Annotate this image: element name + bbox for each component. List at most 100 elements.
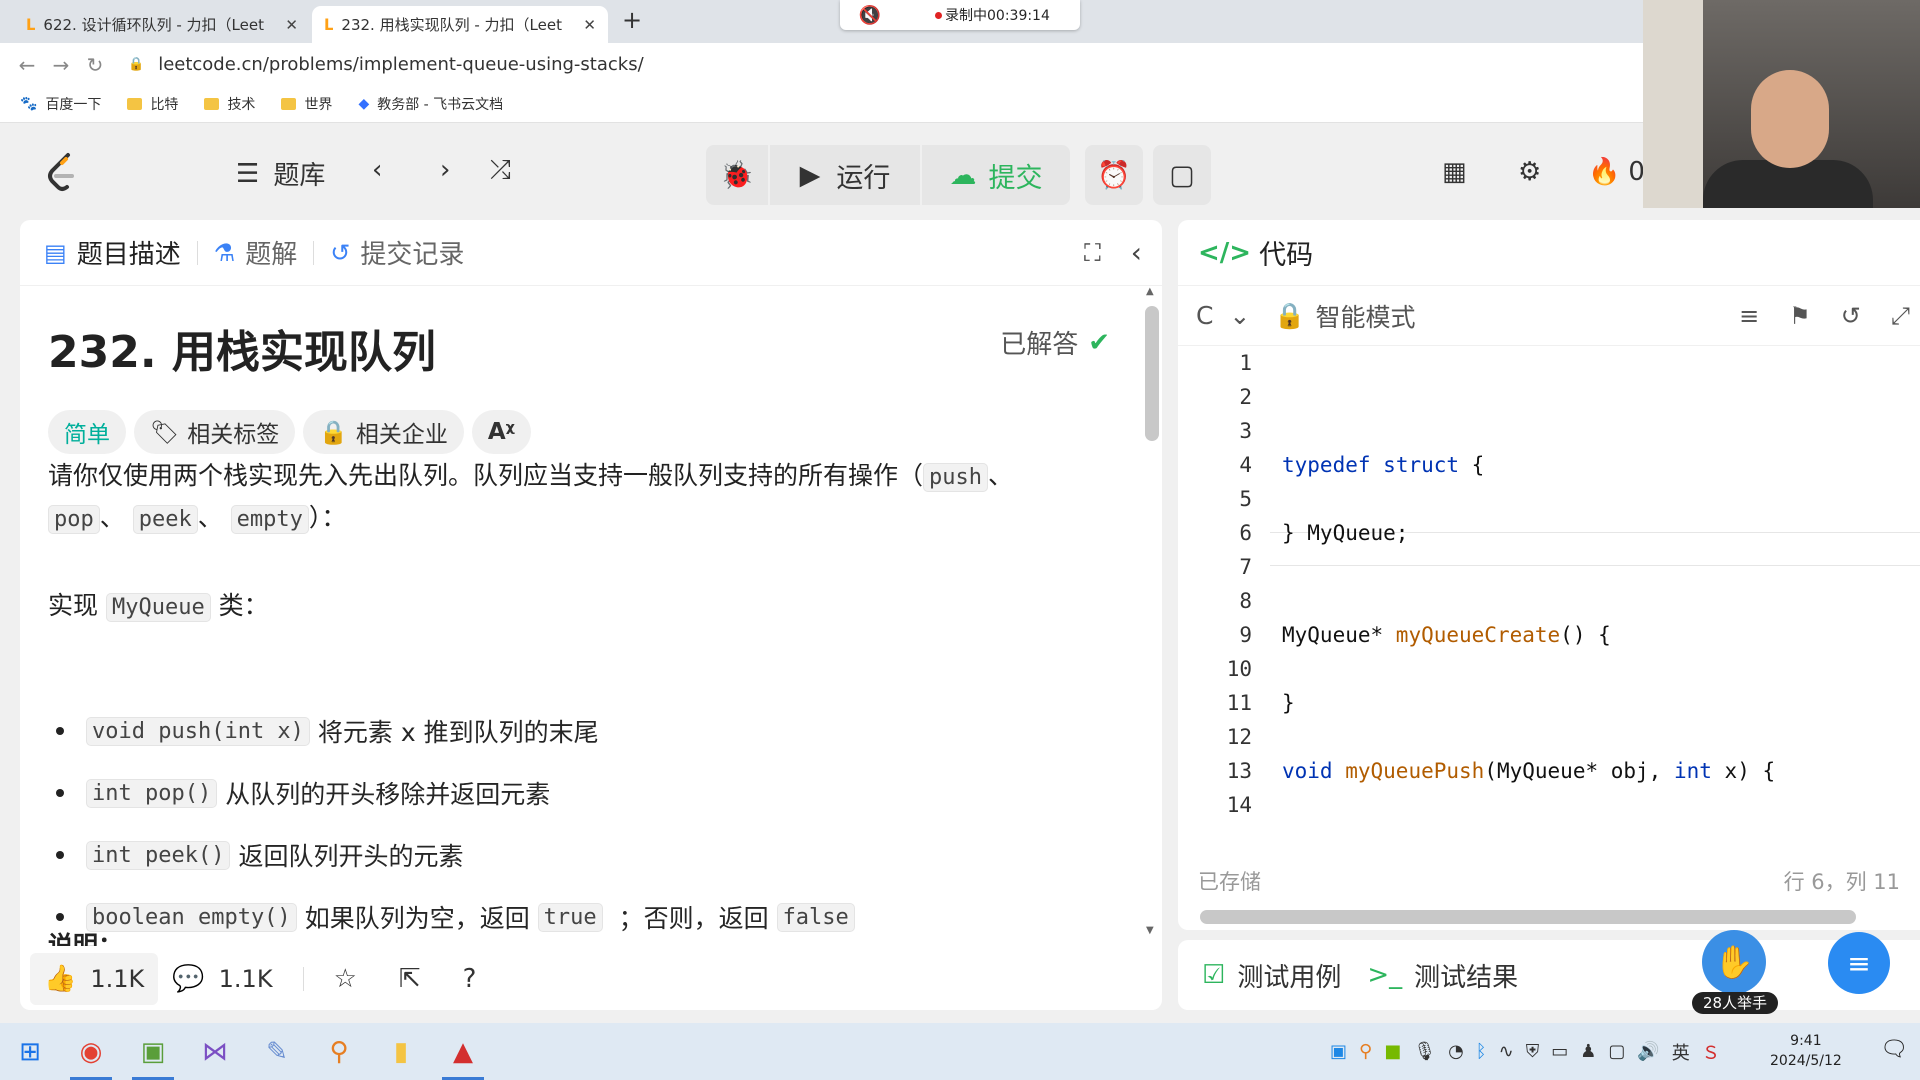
collapse-icon[interactable]: ‹ xyxy=(1131,236,1142,269)
code-line[interactable]: 8 xyxy=(1178,584,1920,618)
wps-icon[interactable]: Ｓ xyxy=(1702,1039,1720,1065)
bookmark-folder[interactable]: 世界 xyxy=(281,94,332,114)
search-app-taskbar-icon[interactable]: ⚲ xyxy=(308,1023,370,1080)
clock-icon[interactable]: ◔ xyxy=(1448,1041,1464,1062)
favorite-button[interactable]: ☆ xyxy=(320,953,385,1005)
tool-taskbar-icon[interactable]: ✎ xyxy=(246,1023,308,1080)
related-tags-button[interactable]: 🏷 相关标签 xyxy=(134,410,296,454)
line-number: 5 xyxy=(1239,487,1252,511)
timer-button[interactable]: ⏰ xyxy=(1085,145,1143,205)
notification-icon[interactable]: 🗨 xyxy=(1880,1037,1908,1062)
bookmark-baidu[interactable]: 🐾 百度一下 xyxy=(20,94,101,114)
streak-counter[interactable]: 🔥 0 xyxy=(1588,157,1645,187)
code-line[interactable]: 1 xyxy=(1178,346,1920,380)
chrome-taskbar-icon[interactable]: ◉ xyxy=(60,1023,122,1080)
code-line[interactable]: 5 xyxy=(1178,482,1920,516)
back-icon[interactable]: ← xyxy=(10,53,44,77)
fullscreen-icon[interactable]: ⛶ xyxy=(1084,239,1101,267)
comments-button[interactable]: 💬 1.1K xyxy=(158,953,286,1005)
code-line[interactable]: 2 xyxy=(1178,380,1920,414)
bookmark-icon[interactable]: ⚑ xyxy=(1789,302,1811,330)
bookmark-folder[interactable]: 比特 xyxy=(127,94,178,114)
divider xyxy=(302,967,304,991)
nvidia-icon[interactable]: ■ xyxy=(1384,1041,1401,1062)
gear-icon[interactable]: ⚙ xyxy=(1518,157,1541,187)
tray-search-icon[interactable]: ⚲ xyxy=(1359,1041,1372,1062)
chat-button[interactable]: ≡ xyxy=(1828,932,1890,994)
security-shield-icon[interactable]: ⛨ xyxy=(1526,1041,1540,1062)
code-line[interactable]: 12 xyxy=(1178,720,1920,754)
code-line[interactable]: 4 typedef struct { xyxy=(1178,448,1920,482)
format-icon[interactable]: ≡ xyxy=(1739,302,1759,330)
bookmark-folder[interactable]: 技术 xyxy=(204,94,255,114)
tab-solutions[interactable]: ⚗ 题解 xyxy=(214,234,298,271)
code-line[interactable]: 3 xyxy=(1178,414,1920,448)
code-line[interactable]: 13 void myQueuePush(MyQueue* obj, int x) … xyxy=(1178,754,1920,788)
new-tab-button[interactable]: + xyxy=(622,6,642,34)
scroll-down-icon[interactable]: ▼ xyxy=(1146,925,1154,936)
horizontal-scrollbar[interactable] xyxy=(1186,908,1896,926)
url-field[interactable]: 🔒 leetcode.cn/problems/implement-queue-u… xyxy=(128,54,644,75)
browser-tab-active[interactable]: ᒪ 232. 用栈实现队列 - 力扣（Leet ✕ xyxy=(312,6,608,43)
code-panel: </> 代码 C ⌄ 🔒 智能模式 ≡ ⚑ ↺ ⤢ 1234typede xyxy=(1178,220,1920,1014)
raise-hand-button[interactable]: ✋ xyxy=(1702,930,1766,994)
visual-studio-taskbar-icon[interactable]: ⋈ xyxy=(184,1023,246,1080)
tray-app-icon[interactable]: ▣ xyxy=(1330,1041,1347,1062)
reload-icon[interactable]: ↻ xyxy=(78,53,112,77)
run-button[interactable]: ▶ 运行 xyxy=(770,145,920,205)
reset-icon[interactable]: ↺ xyxy=(1841,302,1861,330)
translate-button[interactable]: Aᵡ xyxy=(471,410,531,454)
tab-test-results[interactable]: >_ 测试结果 xyxy=(1367,957,1518,994)
scrollbar-thumb[interactable] xyxy=(1200,910,1856,924)
scroll-up-icon[interactable]: ▲ xyxy=(1146,286,1154,297)
bluetooth-icon[interactable]: ᛒ xyxy=(1476,1041,1487,1062)
browser-tab[interactable]: ᒪ 622. 设计循环队列 - 力扣（Leet ✕ xyxy=(14,6,310,43)
tab-description[interactable]: ▤ 题目描述 xyxy=(44,234,181,271)
system-clock[interactable]: 9:41 2024/5/12 xyxy=(1770,1031,1842,1071)
battery-icon[interactable]: ▭ xyxy=(1551,1041,1568,1062)
debug-button[interactable]: 🐞 xyxy=(706,145,768,205)
code-line[interactable]: 9 MyQueue* myQueueCreate() { xyxy=(1178,618,1920,652)
vertical-scrollbar[interactable]: ▲ ▼ xyxy=(1142,286,1160,936)
problem-list-button[interactable]: ☰ 题库 xyxy=(236,155,325,192)
forward-icon[interactable]: → xyxy=(44,53,78,77)
file-explorer-taskbar-icon[interactable]: ▮ xyxy=(370,1023,432,1080)
next-problem-icon[interactable]: › xyxy=(440,155,450,185)
language-select[interactable]: C ⌄ xyxy=(1196,301,1250,330)
help-button[interactable]: ? xyxy=(449,953,505,1005)
notes-button[interactable]: ▢ xyxy=(1153,145,1211,205)
volume-icon[interactable]: 🔊 xyxy=(1637,1041,1659,1062)
code-line[interactable]: 6} MyQueue; xyxy=(1178,516,1920,550)
qq-icon[interactable]: ♟ xyxy=(1580,1041,1596,1062)
close-tab-icon[interactable]: ✕ xyxy=(583,16,596,34)
like-button[interactable]: 👍 1.1K xyxy=(30,953,159,1005)
pen-icon[interactable]: ∿ xyxy=(1499,1041,1514,1062)
windows-start-icon[interactable]: ⊞ xyxy=(0,1037,60,1067)
tab-submissions[interactable]: ↺ 提交记录 xyxy=(330,234,464,271)
shuffle-icon[interactable]: ⤮ xyxy=(490,155,511,186)
bookmark-feishu[interactable]: ◆ 教务部 - 飞书云文档 xyxy=(358,94,503,114)
smart-mode-label[interactable]: 智能模式 xyxy=(1316,298,1416,334)
pdf-reader-taskbar-icon[interactable]: ▲ xyxy=(432,1023,494,1080)
close-tab-icon[interactable]: ✕ xyxy=(285,16,298,34)
problem-title[interactable]: 232. 用栈实现队列 xyxy=(48,316,436,380)
share-button[interactable]: ⇱ xyxy=(385,953,449,1005)
scrollbar-thumb[interactable] xyxy=(1145,306,1159,441)
prev-problem-icon[interactable]: ‹ xyxy=(372,155,382,185)
expand-icon[interactable]: ⤢ xyxy=(1891,302,1910,330)
related-companies-button[interactable]: 🔒 相关企业 xyxy=(303,410,464,454)
network-icon[interactable]: ▢ xyxy=(1608,1041,1625,1062)
tab-testcases[interactable]: ☑ 测试用例 xyxy=(1202,957,1341,994)
code-line[interactable]: 10 xyxy=(1178,652,1920,686)
submit-button[interactable]: ☁ 提交 xyxy=(922,145,1070,205)
code-editor[interactable]: 1 2 3 4 typedef struct {5 6} MyQueue; 7 8 9 MyQue… xyxy=(1178,346,1920,856)
microphone-icon[interactable]: 🎙 xyxy=(1413,1041,1436,1062)
code-line[interactable]: 14 xyxy=(1178,788,1920,822)
input-method-icon[interactable]: 英 xyxy=(1672,1039,1690,1065)
code-line[interactable]: 7 xyxy=(1178,550,1920,584)
layout-icon[interactable]: ▦ xyxy=(1442,157,1467,187)
mute-icon[interactable]: 🔇 xyxy=(840,5,900,26)
image-viewer-taskbar-icon[interactable]: ▣ xyxy=(122,1023,184,1080)
leetcode-logo-icon[interactable] xyxy=(42,151,82,195)
code-line[interactable]: 11} xyxy=(1178,686,1920,720)
